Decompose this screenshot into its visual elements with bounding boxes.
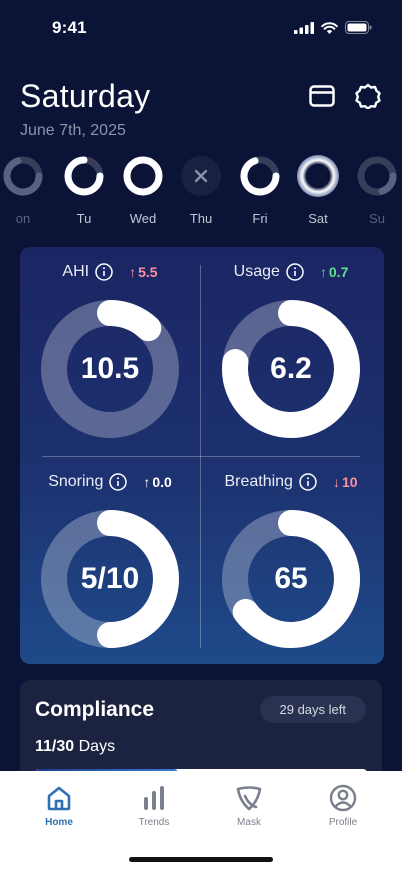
day-label-wed: Wed <box>129 211 157 226</box>
bar-chart-icon <box>144 786 164 810</box>
status-icons <box>294 21 372 34</box>
page-date: June 7th, 2025 <box>20 122 126 139</box>
day-item-thu[interactable]: Thu <box>176 154 226 226</box>
compliance-days-count: 11/30 <box>35 738 75 755</box>
metric-usage-value: 6.2 <box>270 352 312 385</box>
day-item-fri[interactable]: Fri <box>235 154 285 226</box>
day-label-tue: Tu <box>76 211 92 226</box>
metric-snoring-label: Snoring <box>48 473 104 490</box>
tab-trends[interactable]: Trends <box>119 783 189 828</box>
day-item-wed[interactable]: Wed <box>118 154 168 226</box>
metric-ahi-value: 10.5 <box>80 352 140 385</box>
day-item-sun[interactable]: Su <box>352 154 402 226</box>
settings-button[interactable] <box>354 82 382 110</box>
ring-fill <box>123 156 163 196</box>
metric-ahi-delta: ↑ 5.5 <box>129 264 157 280</box>
day-progress-ring-fri <box>240 156 280 196</box>
tab-trends-label: Trends <box>138 817 170 828</box>
compliance-days-unit: Days <box>78 738 116 755</box>
metric-breathing-label: Breathing <box>224 473 293 490</box>
day-progress-ring-wed <box>123 156 163 196</box>
metric-snoring-delta-value: 0.0 <box>152 474 172 490</box>
day-label-fri: Fri <box>252 211 268 226</box>
metric-breathing-delta-value: 10 <box>341 474 358 490</box>
metric-breathing-delta: ↓ 10 <box>333 474 358 490</box>
profile-icon <box>329 784 357 812</box>
days-left-badge: 29 days left <box>259 696 366 723</box>
compliance-title: Compliance <box>35 698 155 721</box>
status-bar: 9:41 <box>0 0 402 56</box>
home-indicator[interactable] <box>129 857 273 862</box>
status-time: 9:41 <box>52 18 87 37</box>
compliance-days: 11/30 Days <box>35 738 115 756</box>
metric-usage-label: Usage <box>233 263 280 280</box>
sleep-metrics-card: AHI ↑ 5.5 10.5 Usage ↑ 0.7 6.2 Snoring ↑… <box>20 247 384 664</box>
day-label-sat: Sat <box>308 211 328 226</box>
calendar-button[interactable] <box>308 82 336 110</box>
info-icon[interactable] <box>299 473 317 491</box>
header-actions <box>308 82 382 110</box>
tab-mask-label: Mask <box>237 817 261 828</box>
metric-breathing[interactable]: Breathing ↓ 10 65 <box>201 457 381 664</box>
tab-profile-label: Profile <box>328 817 358 828</box>
day-progress-ring-tue <box>64 156 104 196</box>
info-icon[interactable] <box>95 263 113 281</box>
metric-usage-delta: ↑ 0.7 <box>320 264 348 280</box>
day-label-mon: on <box>15 211 31 226</box>
day-item-sat-selected[interactable]: Sat <box>293 154 343 226</box>
battery-icon <box>345 21 372 34</box>
metric-ahi-label: AHI <box>62 263 90 280</box>
tab-profile[interactable]: Profile <box>308 783 378 828</box>
missed-day-icon <box>181 156 221 196</box>
tab-mask[interactable]: Mask <box>214 783 284 828</box>
day-progress-ring-sat <box>297 155 339 197</box>
metric-snoring-value: 5/10 <box>80 562 140 595</box>
day-progress-ring-sun <box>357 156 397 196</box>
metric-usage-delta-value: 0.7 <box>328 264 349 280</box>
metric-ahi[interactable]: AHI ↑ 5.5 10.5 <box>20 247 200 455</box>
metric-ahi-header: AHI ↑ 5.5 <box>20 263 200 281</box>
day-label-thu: Thu <box>189 211 213 226</box>
metric-ahi-delta-value: 5.5 <box>138 264 158 280</box>
day-progress-ring-mon <box>3 156 43 196</box>
page-title: Saturday <box>20 78 151 114</box>
metric-snoring-delta: ↑ 0.0 <box>143 474 171 490</box>
arrow-down-icon: ↓ <box>332 474 340 490</box>
info-icon[interactable] <box>109 473 128 491</box>
info-icon[interactable] <box>286 263 304 281</box>
metric-breathing-value: 65 <box>274 562 308 595</box>
metric-breathing-header: Breathing ↓ 10 <box>201 473 381 491</box>
home-icon <box>47 786 71 811</box>
tab-home-label: Home <box>45 817 73 828</box>
tab-home[interactable]: Home <box>24 783 94 828</box>
arrow-up-icon: ↑ <box>143 474 151 490</box>
metric-usage-header: Usage ↑ 0.7 <box>201 263 381 281</box>
arrow-up-icon: ↑ <box>129 264 137 280</box>
day-label-sun: Su <box>369 211 385 226</box>
wifi-icon <box>321 21 338 34</box>
mask-icon <box>236 786 262 811</box>
metric-usage[interactable]: Usage ↑ 0.7 6.2 <box>201 247 381 455</box>
ring-fill <box>378 172 397 195</box>
cellular-signal-icon <box>294 21 314 34</box>
arrow-up-icon: ↑ <box>319 264 327 280</box>
calendar-card-icon <box>309 85 335 107</box>
metric-snoring-header: Snoring ↑ 0.0 <box>20 473 200 491</box>
day-item-mon[interactable]: on <box>0 154 48 226</box>
day-item-tue[interactable]: Tu <box>59 154 109 226</box>
metric-snoring[interactable]: Snoring ↑ 0.0 5/10 <box>20 457 200 664</box>
week-day-selector: on Tu Wed Thu Fri Sat Su <box>0 154 402 234</box>
gear-icon <box>355 83 381 109</box>
